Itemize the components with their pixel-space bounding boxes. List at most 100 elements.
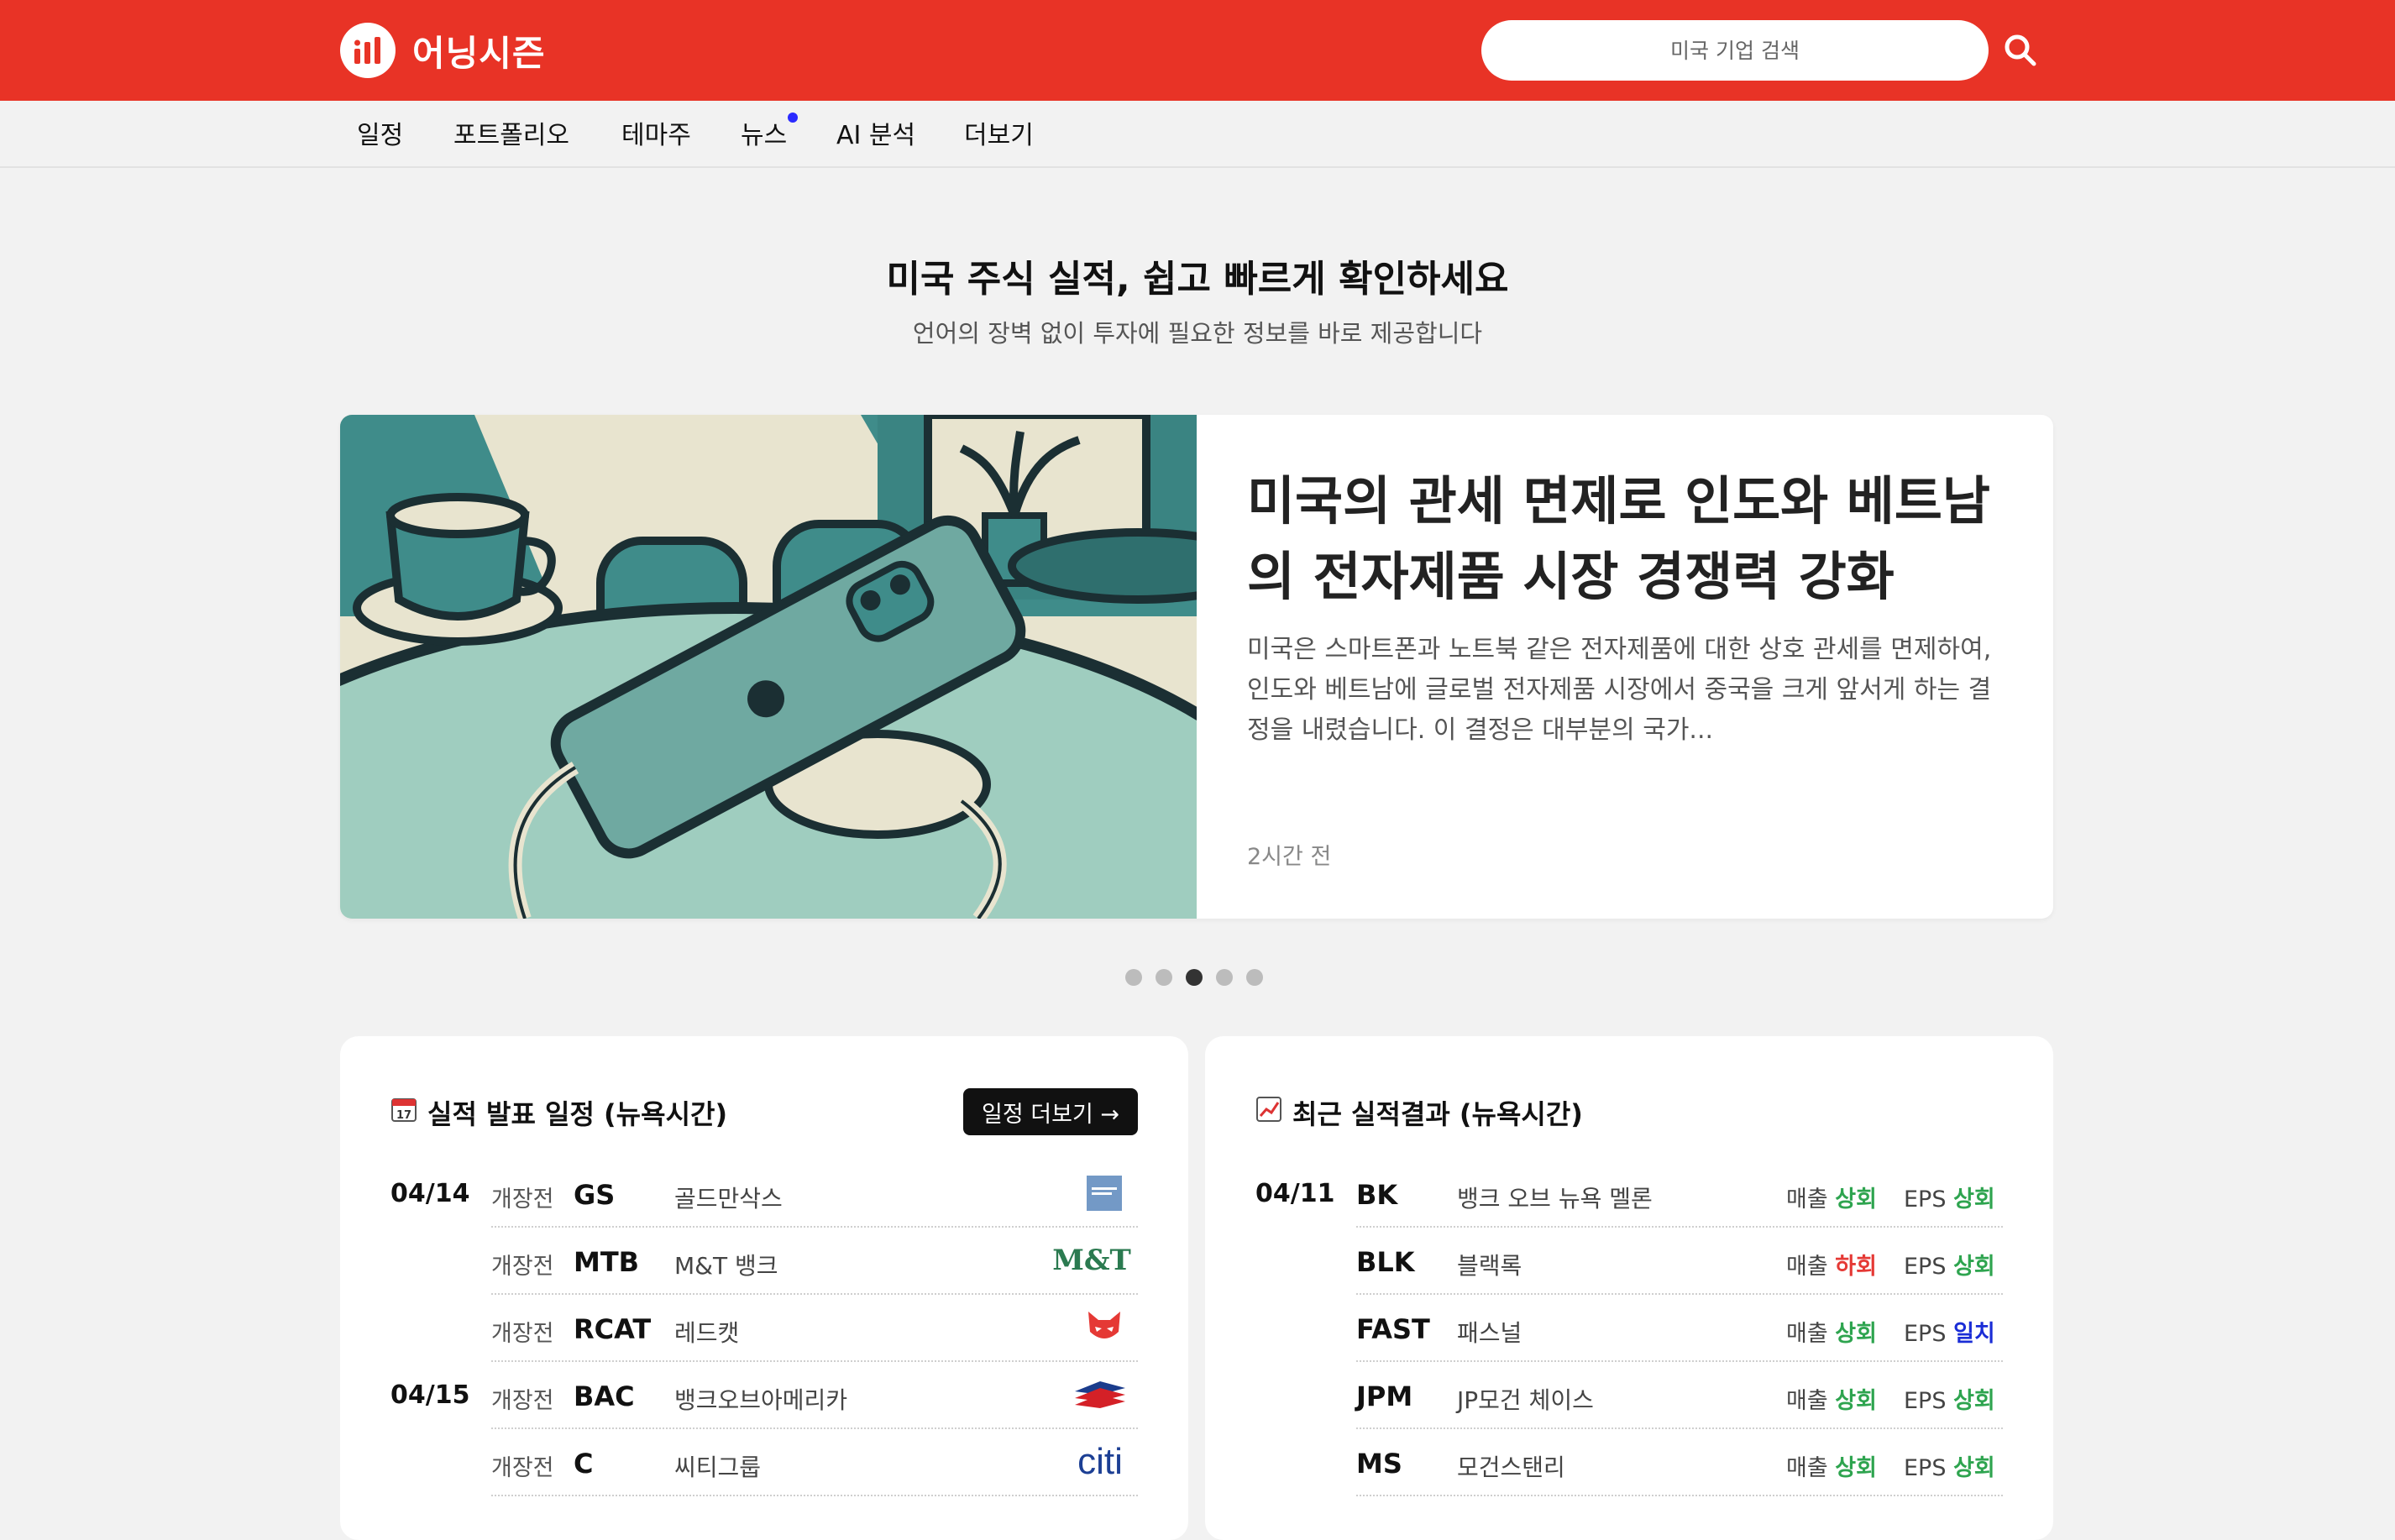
result-company-name: 뱅크 오브 뉴욕 멜론 — [1457, 1185, 1653, 1213]
revenue-label: 매출 — [1786, 1254, 1828, 1280]
carousel-dot-5[interactable] — [1246, 969, 1263, 986]
revenue-label: 매출 — [1786, 1321, 1828, 1347]
schedule-company-name: M&T 뱅크 — [674, 1252, 778, 1280]
revenue-result: 매출 상회 — [1786, 1449, 1877, 1482]
earnings-schedule-header: 17 실적 발표 일정 (뉴욕시간) — [390, 1093, 727, 1132]
result-ticker: MS — [1356, 1448, 1402, 1480]
result-company-name: 모건스탠리 — [1457, 1454, 1565, 1481]
eps-value: 일치 — [1953, 1321, 1995, 1347]
nav-item-news[interactable]: 뉴스 — [741, 114, 787, 151]
result-company-name: JP모건 체이스 — [1457, 1386, 1594, 1414]
revenue-result: 매출 하회 — [1786, 1248, 1877, 1281]
carousel-dots — [1125, 969, 1263, 987]
result-date: 04/11 — [1255, 1179, 1335, 1208]
result-company-name: 패스널 — [1457, 1319, 1522, 1347]
carousel-dot-4[interactable] — [1216, 969, 1233, 986]
result-row[interactable]: 04/11 BK 뱅크 오브 뉴욕 멜론 매출 상회 EPS 상회 — [1255, 1160, 2003, 1228]
mt-bank-logo: M&T — [1052, 1239, 1131, 1281]
revenue-result: 매출 상회 — [1786, 1181, 1877, 1213]
eps-label: EPS — [1904, 1186, 1947, 1213]
revenue-result: 매출 상회 — [1786, 1315, 1877, 1348]
schedule-row[interactable]: 개장전 RCAT 레드캣 — [390, 1295, 1138, 1362]
eps-value: 상회 — [1953, 1455, 1995, 1481]
nav-item-themes[interactable]: 테마주 — [621, 114, 691, 151]
schedule-timing: 개장전 — [491, 1455, 554, 1481]
revenue-value: 하회 — [1835, 1254, 1877, 1280]
earnings-schedule-title: 실적 발표 일정 (뉴욕시간) — [427, 1098, 728, 1130]
carousel-dot-3-active[interactable] — [1186, 969, 1203, 986]
schedule-row[interactable]: 04/14 개장전 GS 골드만삭스 — [390, 1160, 1138, 1228]
revenue-value: 상회 — [1835, 1186, 1877, 1213]
eps-result: EPS 상회 — [1904, 1248, 1995, 1281]
citi-logo-text: citi — [1077, 1441, 1123, 1482]
nav-item-ai-analysis[interactable]: AI 분석 — [836, 114, 915, 151]
row-divider — [1356, 1495, 2003, 1496]
schedule-company-name: 뱅크오브아메리카 — [674, 1386, 848, 1414]
result-ticker: JPM — [1356, 1380, 1413, 1412]
result-company-name: 블랙록 — [1457, 1252, 1522, 1280]
result-row[interactable]: FAST 패스널 매출 상회 EPS 일치 — [1255, 1295, 2003, 1362]
eps-label: EPS — [1904, 1321, 1947, 1347]
revenue-value: 상회 — [1835, 1455, 1877, 1481]
company-search-input[interactable] — [1481, 20, 1989, 81]
revenue-value: 상회 — [1835, 1321, 1877, 1347]
revenue-label: 매출 — [1786, 1388, 1828, 1414]
recent-results-header: 최근 실적결과 (뉴욕시간) — [1255, 1093, 1583, 1132]
eps-value: 상회 — [1953, 1254, 1995, 1280]
citi-logo: citi — [1071, 1441, 1129, 1483]
main-nav: 일정 포트폴리오 테마주 뉴스 AI 분석 더보기 — [0, 101, 2395, 168]
schedule-ticker: MTB — [574, 1246, 640, 1278]
eps-result: EPS 상회 — [1904, 1449, 1995, 1482]
eps-label: EPS — [1904, 1388, 1947, 1414]
app-name: 어닝시즌 — [412, 32, 546, 74]
schedule-ticker: C — [574, 1448, 594, 1480]
carousel-dot-2[interactable] — [1156, 969, 1172, 986]
eps-result: EPS 일치 — [1904, 1315, 1995, 1348]
search-icon[interactable] — [2002, 32, 2039, 69]
recent-results-title: 최근 실적결과 (뉴욕시간) — [1292, 1098, 1583, 1130]
result-row[interactable]: MS 모건스탠리 매출 상회 EPS 상회 — [1255, 1429, 2003, 1496]
eps-label: EPS — [1904, 1254, 1947, 1280]
app-logo[interactable]: 어닝시즌 — [340, 20, 546, 81]
featured-news-image — [340, 415, 1197, 919]
schedule-timing: 개장전 — [491, 1321, 554, 1347]
recent-results-panel: 최근 실적결과 (뉴욕시간) 04/11 BK 뱅크 오브 뉴욕 멜론 매출 상… — [1205, 1036, 2053, 1540]
logo-chart-icon — [340, 23, 396, 78]
schedule-more-button[interactable]: 일정 더보기 → — [963, 1088, 1138, 1135]
schedule-company-name: 레드캣 — [674, 1319, 740, 1347]
featured-news-description: 미국은 스마트폰과 노트북 같은 전자제품에 대한 상호 관세를 면제하여, 인… — [1247, 635, 1992, 745]
eps-label: EPS — [1904, 1455, 1947, 1481]
eps-value: 상회 — [1953, 1388, 1995, 1414]
schedule-row[interactable]: 개장전 C 씨티그룹 citi — [390, 1429, 1138, 1496]
result-ticker: FAST — [1356, 1313, 1430, 1345]
result-row[interactable]: BLK 블랙록 매출 하회 EPS 상회 — [1255, 1228, 2003, 1295]
schedule-ticker: RCAT — [574, 1313, 652, 1345]
redcat-logo — [1079, 1307, 1129, 1349]
featured-news-card[interactable]: 미국의 관세 면제로 인도와 베트남의 전자제품 시장 경쟁력 강화 미국은 스… — [340, 415, 2053, 919]
revenue-value: 상회 — [1835, 1388, 1877, 1414]
nav-item-more[interactable]: 더보기 — [964, 114, 1034, 151]
eps-result: EPS 상회 — [1904, 1181, 1995, 1213]
chart-increasing-icon — [1255, 1096, 1282, 1129]
schedule-row[interactable]: 04/15 개장전 BAC 뱅크오브아메리카 — [390, 1362, 1138, 1429]
schedule-ticker: GS — [574, 1179, 616, 1211]
news-new-dot — [788, 113, 798, 123]
revenue-result: 매출 상회 — [1786, 1382, 1877, 1415]
revenue-label: 매출 — [1786, 1186, 1828, 1213]
revenue-label: 매출 — [1786, 1455, 1828, 1481]
carousel-dot-1[interactable] — [1125, 969, 1142, 986]
goldman-sachs-logo — [1079, 1172, 1129, 1214]
schedule-timing: 개장전 — [491, 1186, 554, 1213]
bank-of-america-logo — [1071, 1374, 1129, 1416]
schedule-company-name: 골드만삭스 — [674, 1185, 783, 1213]
schedule-row[interactable]: 개장전 MTB M&T 뱅크 M&T — [390, 1228, 1138, 1295]
result-row[interactable]: JPM JP모건 체이스 매출 상회 EPS 상회 — [1255, 1362, 2003, 1429]
schedule-date: 04/14 — [390, 1179, 470, 1208]
nav-item-schedule[interactable]: 일정 — [357, 114, 403, 151]
eps-result: EPS 상회 — [1904, 1382, 1995, 1415]
earnings-schedule-panel: 17 실적 발표 일정 (뉴욕시간) 일정 더보기 → 04/14 개장전 GS… — [340, 1036, 1188, 1540]
hero-subtitle: 언어의 장벽 없이 투자에 필요한 정보를 바로 제공합니다 — [912, 319, 1483, 348]
featured-news-title[interactable]: 미국의 관세 면제로 인도와 베트남의 전자제품 시장 경쟁력 강화 — [1247, 464, 2003, 615]
nav-item-portfolio[interactable]: 포트폴리오 — [453, 114, 569, 151]
result-ticker: BLK — [1356, 1246, 1415, 1278]
